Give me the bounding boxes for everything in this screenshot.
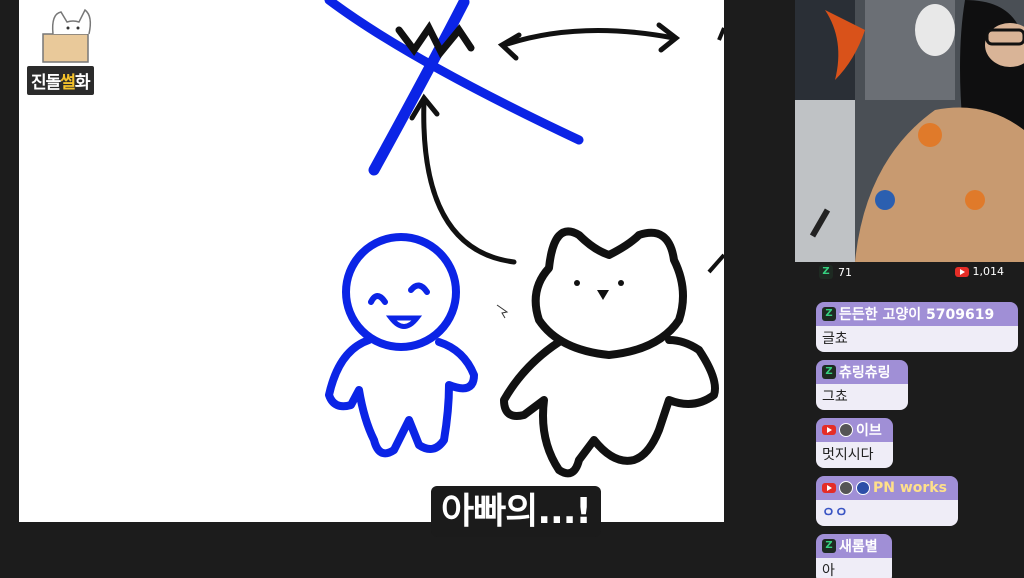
chat-username: 새롬별 (839, 539, 878, 555)
webcam-feed (795, 0, 1024, 262)
member-badge-icon (856, 481, 870, 495)
chzzk-icon: Z (819, 265, 833, 279)
youtube-icon (822, 425, 836, 435)
chzzk-icon: Z (822, 307, 836, 321)
viewer-stats: Z 71 1,014 (795, 262, 1024, 282)
chat-username-bar: 이브 (816, 418, 893, 442)
drawing-canvas[interactable]: 진돌썰화 (19, 0, 724, 522)
chzzk-count-value: 71 (838, 265, 852, 279)
chzzk-viewer-count: Z 71 (819, 265, 852, 279)
chat-username-bar: Z 새롬별 (816, 534, 892, 558)
chat-username: 든든한 고양이 5709619 (839, 307, 995, 323)
chat-text: 글쵸 (816, 326, 1018, 352)
chat-message: Z 든든한 고양이 5709619 글쵸 (816, 302, 1018, 352)
channel-logo: 진돌썰화 (23, 4, 113, 97)
chat-message: Z 새롬별 아 (816, 534, 892, 578)
chat-message: Z 츄링츄링 그쵸 (816, 360, 908, 410)
chat-username-bar: Z 츄링츄링 (816, 360, 908, 384)
chat-text: 멋지시다 (816, 442, 893, 468)
chat-message: 이브 멋지시다 (816, 418, 893, 468)
youtube-icon (822, 483, 836, 493)
chat-message: PN works ㅇㅇ (816, 476, 958, 526)
chzzk-icon: Z (822, 365, 836, 379)
chat-text: 아 (816, 558, 892, 578)
avatar (839, 423, 853, 437)
youtube-icon (954, 266, 969, 277)
avatar (839, 481, 853, 495)
chzzk-icon: Z (822, 539, 836, 553)
chat-username-bar: Z 든든한 고양이 5709619 (816, 302, 1018, 326)
chat-username: 츄링츄링 (839, 365, 891, 381)
cat-mascot-icon (42, 8, 92, 63)
chat-text: 그쵸 (816, 384, 908, 410)
channel-logo-text: 진돌썰화 (25, 64, 96, 97)
youtube-viewer-count: 1,014 (954, 265, 1005, 278)
drawing-strokes (324, 0, 724, 478)
chat-username-bar: PN works (816, 476, 958, 500)
chat-overlay: Z 든든한 고양이 5709619 글쵸 Z 츄링츄링 그쵸 이브 멋지시다 P… (816, 302, 1024, 578)
webcam-image (795, 0, 1024, 262)
youtube-count-value: 1,014 (972, 265, 1005, 278)
subtitle-caption: 아빠의...! (431, 486, 601, 537)
chat-text: ㅇㅇ (816, 500, 958, 526)
chat-username: 이브 (856, 423, 882, 439)
chat-username: PN works (873, 480, 947, 496)
